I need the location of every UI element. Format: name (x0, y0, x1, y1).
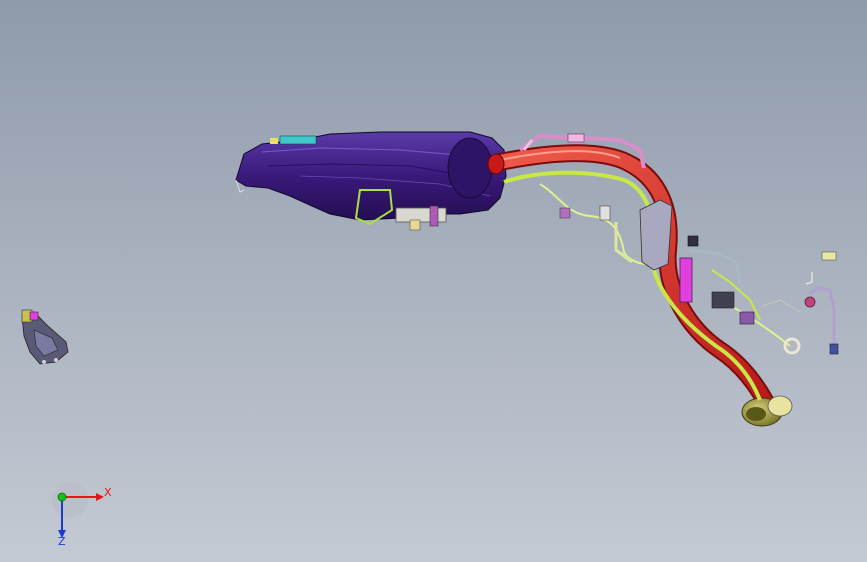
fuel-tank[interactable] (235, 131, 507, 221)
z-axis-label: Z (58, 535, 66, 548)
cad-model-view[interactable]: X Z (0, 0, 867, 562)
cad-viewport[interactable]: X Z (0, 0, 867, 562)
filler-cap[interactable] (741, 395, 793, 427)
x-axis-label: X (104, 486, 112, 499)
vent-line[interactable] (503, 170, 762, 401)
triad-shade (52, 482, 88, 518)
y-axis-dot (57, 492, 67, 502)
x-axis-arrowhead (96, 493, 104, 501)
coordinate-triad: X Z (52, 482, 112, 548)
small-bracket-part[interactable] (21, 309, 69, 365)
